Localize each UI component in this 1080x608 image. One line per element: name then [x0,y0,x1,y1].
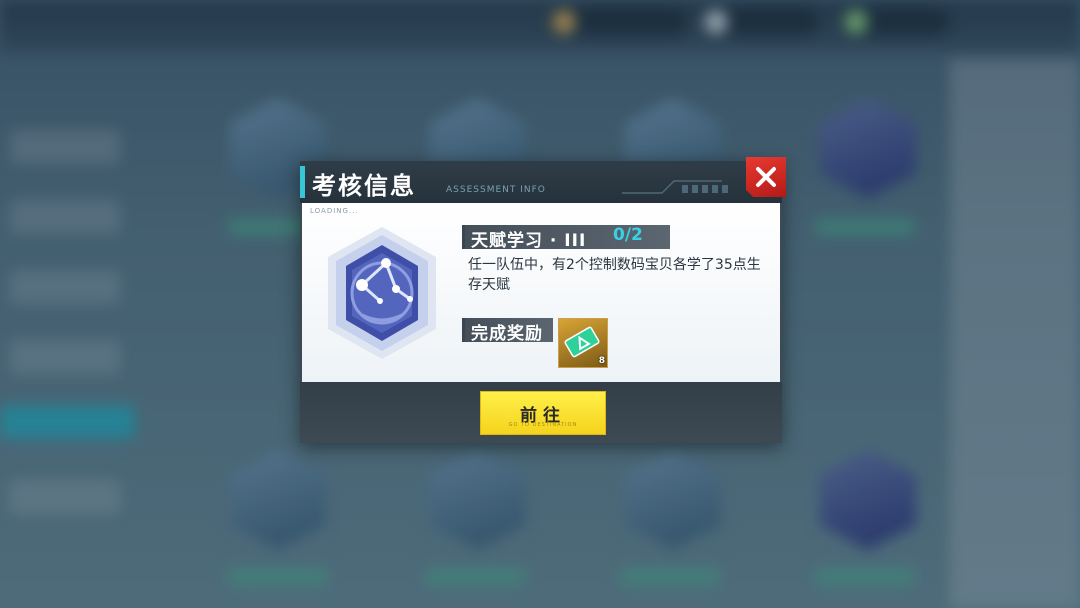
dialog-body: LOADING... 天赋学习 · III 0/2 任一队伍中，有2个控制数码宝… [302,203,780,382]
task-description: 任一队伍中，有2个控制数码宝贝各学了35点生存天赋 [468,257,761,293]
circuit-decoration [622,180,728,194]
reward-label-box: 完成奖励 [462,318,553,344]
reward-item[interactable]: 8 [558,318,608,368]
task-name: 天赋学习 · III [471,231,587,251]
assessment-dialog: 考核信息 ASSESSMENT INFO LOADING... 天赋学习 · I… [300,157,786,443]
dialog-subtitle: ASSESSMENT INFO [446,185,546,195]
dialog-title: 考核信息 [312,172,416,200]
task-progress: 0/2 [613,225,643,245]
go-button[interactable]: 前往 GO TO DESTINATION [480,391,606,435]
close-x-icon [756,167,776,187]
dialog-header: 考核信息 ASSESSMENT INFO [300,161,782,203]
reward-label: 完成奖励 [471,324,543,344]
skill-badge-icon [328,227,436,359]
go-button-subtext: GO TO DESTINATION [508,422,578,428]
dialog-footer: 前往 GO TO DESTINATION [300,382,782,443]
reward-count: 8 [598,356,605,366]
task-name-box: 天赋学习 · III 0/2 [462,225,670,251]
header-accent-bar [300,166,305,198]
close-button[interactable] [746,157,786,197]
loading-label: LOADING... [310,207,359,215]
